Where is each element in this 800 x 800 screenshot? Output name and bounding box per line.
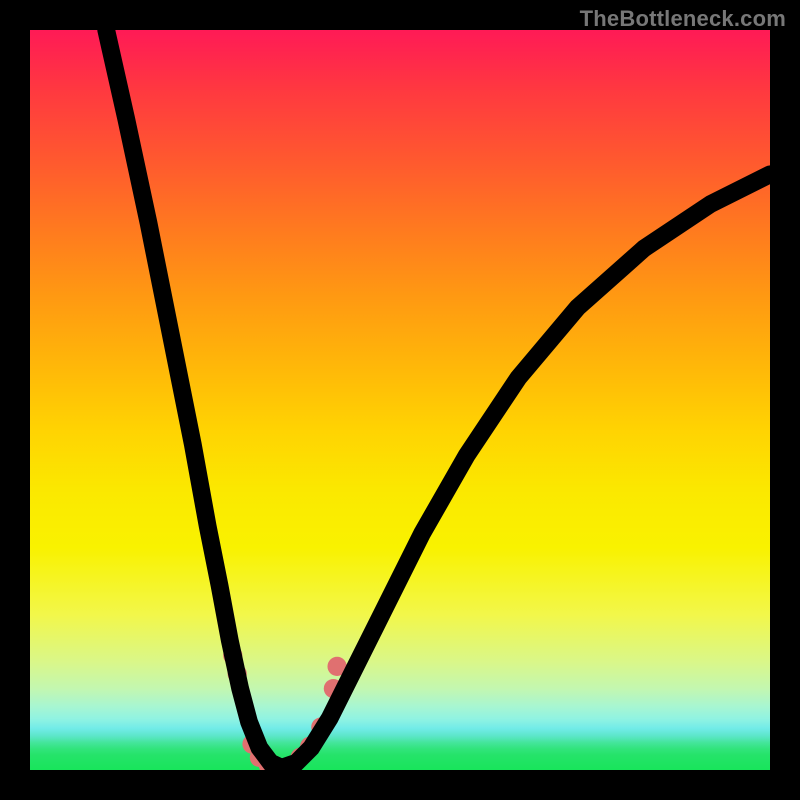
curve-left (106, 30, 281, 768)
outer-frame: TheBottleneck.com (0, 0, 800, 800)
chart-svg (30, 30, 770, 770)
watermark-text: TheBottleneck.com (580, 6, 786, 32)
plot-area (30, 30, 770, 770)
curve-right (282, 174, 770, 767)
